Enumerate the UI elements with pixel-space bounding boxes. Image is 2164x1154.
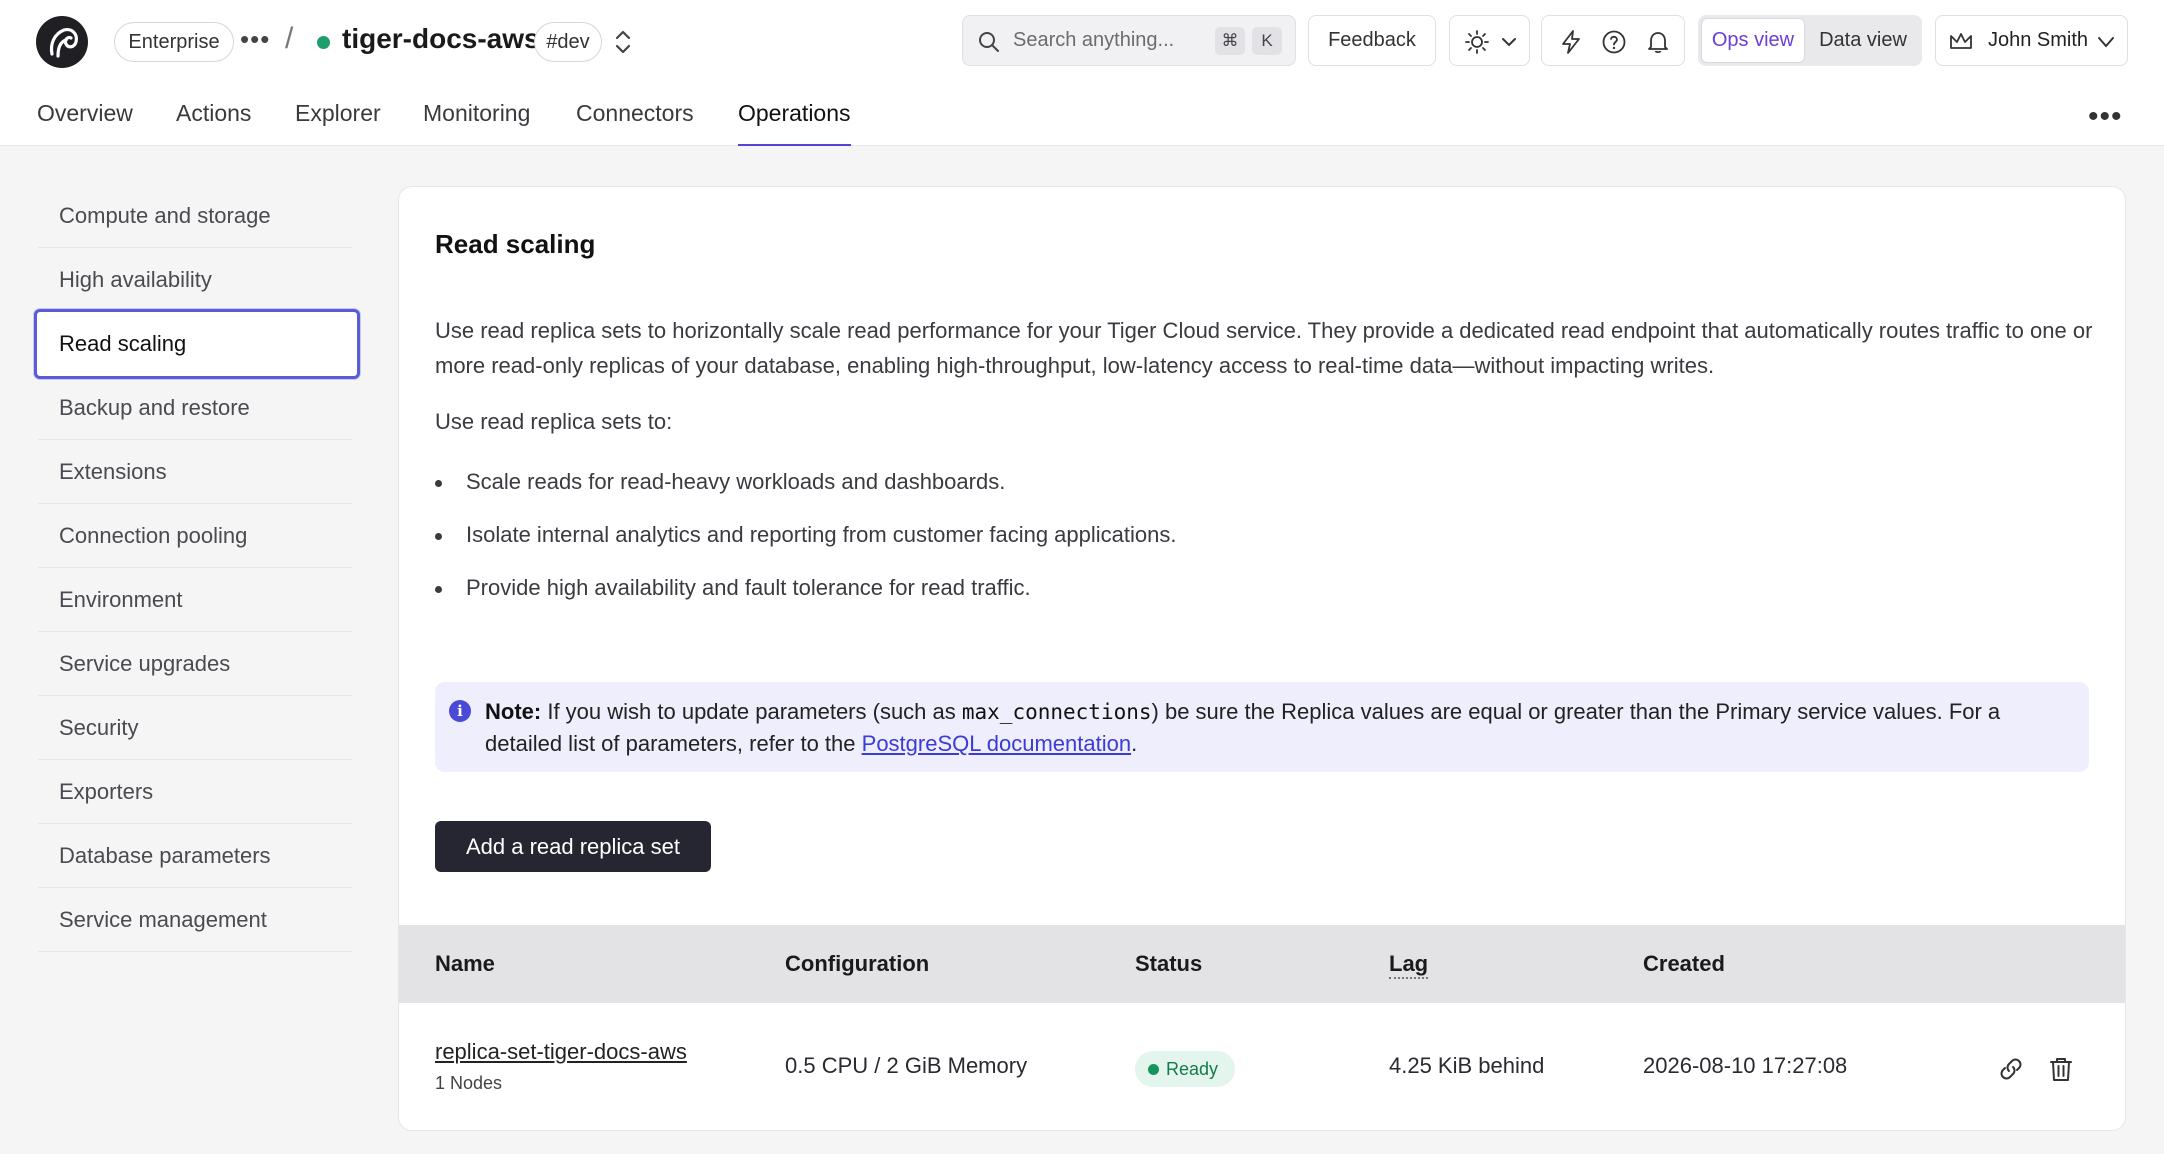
note-label: Note: [485,699,542,724]
sidebar-item-label: High availability [59,267,212,292]
column-header-created: Created [1643,951,1725,976]
crown-icon [1950,33,1972,49]
tab-connectors[interactable]: Connectors [576,100,694,146]
read-scaling-panel: Read scaling Use read replica sets to ho… [398,186,2126,1131]
sidebar-item-label: Security [59,715,139,740]
replica-set-configuration: 0.5 CPU / 2 GiB Memory [785,1053,1028,1078]
help-icon[interactable] [1601,29,1627,55]
sidebar-item-database-parameters[interactable]: Database parameters [38,824,352,888]
status-label: Ready [1166,1059,1219,1079]
sidebar-item-high-availability[interactable]: High availability [38,248,352,312]
sun-icon [1465,30,1489,54]
tab-explorer[interactable]: Explorer [295,100,381,146]
replica-set-lag: 4.25 KiB behind [1389,1053,1545,1078]
feedback-button[interactable]: Feedback [1308,15,1436,66]
sidebar-item-label: Exporters [59,779,154,804]
tab-overview[interactable]: Overview [37,100,133,146]
description: Use read replica sets to horizontally sc… [435,318,2093,378]
sidebar-item-compute-and-storage[interactable]: Compute and storage [38,184,352,248]
replica-set-created: 2026-08-10 17:27:08 [1643,1053,1848,1078]
service-name[interactable]: tiger-docs-aws [342,23,540,55]
lightning-icon[interactable] [1558,29,1584,55]
column-header-name: Name [435,951,495,976]
column-header-lag[interactable]: Lag [1389,951,1429,979]
info-icon: i [449,700,471,722]
status-dot [1148,1064,1159,1075]
copy-link-icon[interactable] [1997,1055,2025,1083]
tab-operations[interactable]: Operations [738,100,851,146]
sidebar-item-extensions[interactable]: Extensions [38,440,352,504]
feedback-label: Feedback [1328,29,1416,51]
user-menu[interactable]: John Smith [1935,15,2128,66]
sidebar-item-label: Environment [59,587,183,612]
search-input[interactable]: Search anything... ⌘ K [962,15,1296,66]
replica-set-nodes: 1 Nodes [435,1073,503,1093]
sidebar-item-exporters[interactable]: Exporters [38,760,352,824]
data-view-button[interactable]: Data view [1808,18,1918,63]
chevron-down-icon [1502,38,1516,47]
org-badge[interactable]: Enterprise [114,22,234,62]
breadcrumb-separator: / [285,22,294,55]
ops-view-label: Ops view [1711,29,1795,51]
table-row: replica-set-tiger-docs-aws 1 Nodes 0.5 C… [399,1003,2125,1130]
sidebar-item-read-scaling[interactable]: Read scaling [34,309,360,379]
sidebar-item-service-management[interactable]: Service management [38,888,352,952]
replica-set-name-link[interactable]: replica-set-tiger-docs-aws [435,1039,687,1064]
utility-icons [1541,15,1685,66]
bullets-lead: Use read replica sets to: [435,409,673,434]
breadcrumb-more-icon[interactable]: ••• [240,24,270,55]
page-title: Read scaling [435,229,596,259]
user-name: John Smith [1988,29,2089,51]
tiger-logo-icon[interactable] [34,14,90,70]
sidebar-item-label: Connection pooling [59,523,248,548]
status-badge: Ready [1135,1051,1235,1087]
sidebar-item-label: Service management [59,907,267,932]
sidebar-item-backup-and-restore[interactable]: Backup and restore [38,376,352,440]
env-badge: #dev [534,22,602,62]
chevron-down-icon [2098,37,2114,48]
sidebar-item-label: Extensions [59,459,167,484]
table-header: Name Configuration Status Lag Created [399,925,2125,1003]
data-view-label: Data view [1819,29,1907,51]
add-read-replica-set-label: Add a read replica set [465,833,681,859]
kbd-k: K [1252,27,1282,55]
postgresql-docs-link[interactable]: PostgreSQL documentation [862,731,1131,756]
sidebar-item-label: Service upgrades [59,651,231,676]
column-header-configuration: Configuration [785,951,930,976]
sidebar-item-environment[interactable]: Environment [38,568,352,632]
sidebar-item-connection-pooling[interactable]: Connection pooling [38,504,352,568]
note-text: Note: If you wish to update parameters (… [485,699,2001,756]
tab-monitoring[interactable]: Monitoring [423,100,530,146]
bell-icon[interactable] [1645,29,1671,55]
column-header-status: Status [1135,951,1203,976]
ops-view-button[interactable]: Ops view [1701,18,1805,63]
search-icon [979,32,999,52]
top-bar: Enterprise ••• / tiger-docs-aws #dev Sea… [0,0,2164,146]
sidebar-item-label: Database parameters [59,843,271,868]
search-placeholder: Search anything... [1013,29,1175,51]
kbd-command: ⌘ [1215,27,1245,55]
sidebar-item-label: Read scaling [59,331,187,356]
note-code: max_connections [961,700,1152,724]
sidebar-item-label: Backup and restore [59,395,250,420]
sidebar-item-label: Compute and storage [59,203,271,228]
org-badge-label: Enterprise [128,30,220,53]
trash-icon[interactable] [2047,1055,2075,1083]
more-options-icon[interactable]: ••• [2088,100,2123,134]
service-switcher-icon[interactable] [612,26,634,58]
service-status-dot [317,36,330,49]
tab-actions[interactable]: Actions [176,100,251,146]
sidebar-item-security[interactable]: Security [38,696,352,760]
env-badge-label: #dev [546,30,590,53]
note-callout: i Note: If you wish to update parameters… [435,682,2089,772]
theme-toggle[interactable] [1449,15,1530,66]
sidebar-item-service-upgrades[interactable]: Service upgrades [38,632,352,696]
view-toggle: Ops view Data view [1698,15,1922,66]
add-read-replica-set-button[interactable]: Add a read replica set [435,821,711,872]
